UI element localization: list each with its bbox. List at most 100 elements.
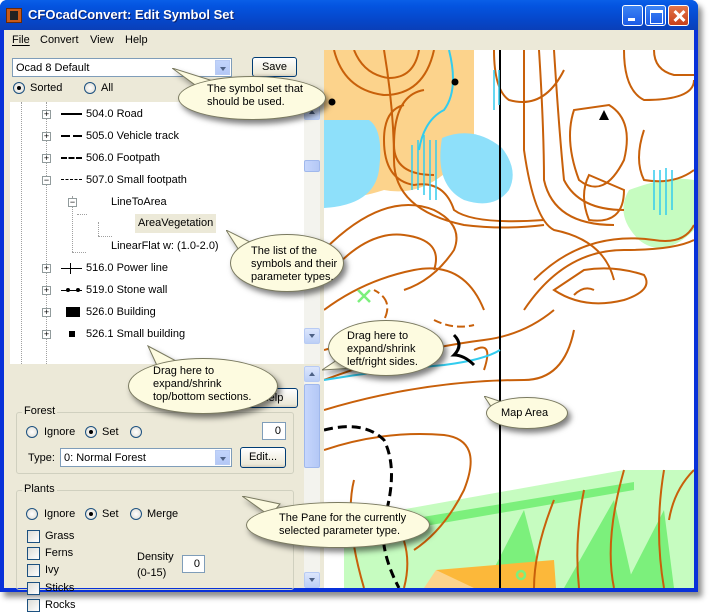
tree-item[interactable]: + 526.1 Small building <box>40 324 300 344</box>
tree-item[interactable]: + 526.0 Building <box>40 302 300 322</box>
callout-text: The list of the <box>251 245 318 257</box>
callout-text: left/right sides. <box>347 356 418 368</box>
sorted-label: Sorted <box>30 82 63 94</box>
boulder <box>451 78 459 86</box>
tree-item-label: 507.0 Small footpath <box>86 174 187 186</box>
menu-help[interactable]: Help <box>125 34 148 46</box>
scroll-down-button[interactable] <box>304 328 320 344</box>
plants-set-radio[interactable] <box>85 508 97 520</box>
title-bar[interactable]: CFOcadConvert: Edit Symbol Set <box>0 0 698 30</box>
tree-guide <box>72 252 86 253</box>
tree-item[interactable]: − 507.0 Small footpath <box>40 170 300 190</box>
edit-button[interactable]: Edit... <box>240 447 286 468</box>
expand-icon[interactable]: + <box>42 110 51 119</box>
menu-view[interactable]: View <box>90 34 114 46</box>
scroll-down-button[interactable] <box>304 572 320 588</box>
callout-map-area: Map Area <box>486 397 568 429</box>
menu-file[interactable]: File <box>12 34 30 46</box>
chevron-down-icon[interactable] <box>215 60 230 75</box>
plants-ignore-radio[interactable] <box>26 508 38 520</box>
callout-text: selected parameter type. <box>279 525 401 537</box>
expand-icon[interactable]: + <box>42 330 51 339</box>
expand-icon[interactable]: + <box>42 286 51 295</box>
plants-merge-radio[interactable] <box>130 508 142 520</box>
callout-text: Map Area <box>501 407 549 419</box>
forest-value-input[interactable]: 0 <box>262 422 286 440</box>
callout-text: top/bottom sections. <box>153 391 252 403</box>
expand-icon[interactable]: + <box>42 132 51 141</box>
sticks-label: Sticks <box>45 582 75 594</box>
tree-item-selected[interactable]: AreaVegetation <box>135 214 217 233</box>
tree-item-label: LinearFlat w: (1.0-2.0) <box>111 240 219 252</box>
symbol-tree[interactable]: + 504.0 Road + 505.0 Vehicle track + 506… <box>10 102 304 364</box>
callout-text: should be used. <box>207 96 285 108</box>
callout-text: Drag here to <box>153 365 215 377</box>
tree-item-label: 505.0 Vehicle track <box>86 130 179 142</box>
callout-text: Drag here to <box>347 330 409 342</box>
chevron-down-icon[interactable] <box>215 450 230 465</box>
tree-guide <box>98 236 112 237</box>
close-button[interactable] <box>668 5 689 26</box>
forest-merge-radio[interactable] <box>130 426 142 438</box>
forest-set-radio[interactable] <box>85 426 97 438</box>
sticks-checkbox[interactable] <box>27 582 40 595</box>
ivy-checkbox[interactable] <box>27 564 40 577</box>
forest-type-select[interactable]: 0: Normal Forest <box>60 448 232 467</box>
scroll-thumb[interactable] <box>304 160 320 172</box>
water-area <box>324 120 381 208</box>
forest-ignore-label: Ignore <box>44 426 76 438</box>
expand-icon[interactable]: + <box>42 154 51 163</box>
plants-ignore-label: Ignore <box>44 508 76 520</box>
callout-symbol-list: The list of the symbols and their parame… <box>230 234 344 292</box>
scroll-thumb[interactable] <box>304 384 320 468</box>
tree-item-label: 516.0 Power line <box>86 262 168 274</box>
forest-type-value: 0: Normal Forest <box>64 452 146 464</box>
tree-item-label: 504.0 Road <box>86 108 143 120</box>
callout-text: parameter types. <box>251 271 334 283</box>
building-icon <box>66 307 80 317</box>
callout-text: The symbol set that <box>207 83 303 95</box>
tree-item[interactable]: − LineToArea <box>66 192 286 212</box>
power-line-icon <box>61 268 82 269</box>
cairn <box>599 110 609 120</box>
tree-item-label: 519.0 Stone wall <box>86 284 168 296</box>
symbol-set-value: Ocad 8 Default <box>16 62 90 74</box>
plants-merge-label: Merge <box>147 508 179 520</box>
collapse-icon[interactable]: − <box>42 176 51 185</box>
collapse-icon[interactable]: − <box>68 198 77 207</box>
forest-ignore-radio[interactable] <box>26 426 38 438</box>
rocks-checkbox[interactable] <box>27 599 40 612</box>
type-label: Type: <box>28 452 55 464</box>
expand-icon[interactable]: + <box>42 264 51 273</box>
forest-set-label: Set <box>102 426 119 438</box>
all-radio[interactable] <box>84 82 96 94</box>
ivy-label: Ivy <box>45 564 60 576</box>
tree-item[interactable]: + 505.0 Vehicle track <box>40 126 300 146</box>
tree-scrollbar[interactable] <box>304 102 320 364</box>
cliff <box>450 333 476 367</box>
save-button[interactable]: Save <box>252 57 297 77</box>
small-building-icon <box>69 331 75 337</box>
scroll-up-button[interactable] <box>304 366 320 382</box>
callout-text: symbols and their <box>251 258 338 270</box>
callout-text: The Pane for the currently <box>279 512 407 524</box>
minimize-button[interactable] <box>622 5 643 26</box>
tree-item[interactable]: + 506.0 Footpath <box>40 148 300 168</box>
callout-pane: The Pane for the currently selected para… <box>246 502 430 548</box>
density-input[interactable]: 0 <box>182 555 205 573</box>
ferns-checkbox[interactable] <box>27 547 40 560</box>
road-line-icon <box>61 113 82 115</box>
tree-guide <box>77 214 87 215</box>
menu-convert[interactable]: Convert <box>40 34 79 46</box>
pane-scrollbar[interactable] <box>304 366 320 588</box>
callout-symbol-set: The symbol set that should be used. <box>178 76 326 120</box>
sorted-radio[interactable] <box>13 82 25 94</box>
maximize-button[interactable] <box>645 5 666 26</box>
plants-set-label: Set <box>102 508 119 520</box>
callout-text: expand/shrink <box>347 343 416 355</box>
app-icon <box>6 8 22 23</box>
tree-item-label: 506.0 Footpath <box>86 152 161 164</box>
expand-icon[interactable]: + <box>42 308 51 317</box>
grass-checkbox[interactable] <box>27 530 40 543</box>
small-footpath-line-icon <box>61 179 82 180</box>
